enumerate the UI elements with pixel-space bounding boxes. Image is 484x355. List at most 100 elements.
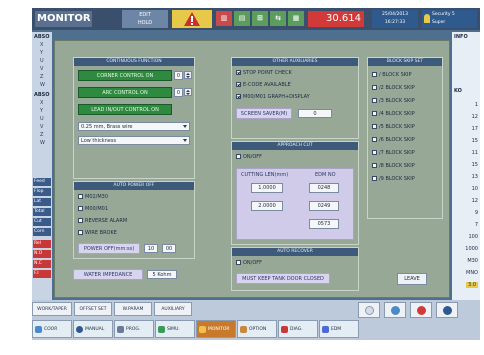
nav-coor[interactable]: COOR <box>32 320 72 338</box>
checkbox-approach-on-off[interactable]: ON/OFF <box>236 154 262 160</box>
checkbox-wire-broke[interactable]: WIRE BROKE <box>78 230 117 236</box>
status-fi: F.I <box>33 270 51 278</box>
toolbar-button-1[interactable]: ▥ <box>216 11 232 26</box>
checkbox-label: /7 BLOCK SKIP <box>379 150 415 156</box>
checkbox-label: /9 BLOCK SKIP <box>379 176 415 182</box>
diagnosis-icon <box>281 326 288 333</box>
wire-type-select[interactable]: 0.25 mm, Brass wire <box>78 122 190 131</box>
corner-control-value[interactable]: 0 <box>174 71 183 80</box>
water-impedance-value[interactable]: 5 Kohm <box>147 270 177 279</box>
cutting-len-1[interactable]: 1.0000 <box>251 183 283 193</box>
continuous-function-box: CONTINUOUS FUNCTION CORNER CONTROL ON 0 … <box>73 57 195 179</box>
screen-saver-value[interactable]: 0 <box>298 109 332 118</box>
checkbox-block-skip-3[interactable]: /3 BLOCK SKIP <box>372 98 415 104</box>
toolbar-button-4[interactable]: ⇆ <box>270 11 286 26</box>
corner-stepper[interactable] <box>184 71 192 79</box>
alarm-button[interactable] <box>172 10 212 28</box>
tools-button[interactable] <box>384 302 406 318</box>
nav-simu[interactable]: SIMU. <box>155 320 195 338</box>
checkbox-label: /5 BLOCK SKIP <box>379 124 415 130</box>
abs-label-1: ABSO <box>34 34 50 40</box>
checkbox-reverse-alarm[interactable]: REVERSE ALARM <box>78 218 127 224</box>
nav-edm[interactable]: EDM <box>319 320 359 338</box>
status-rel: Rel <box>33 240 51 248</box>
power-off-seconds[interactable]: 00 <box>162 244 176 253</box>
status-corn: Corn <box>33 228 51 236</box>
checkbox-m00-m01[interactable]: M00/M01 <box>78 206 108 212</box>
checkbox-e-code-available[interactable]: E-CODE AVAILABLE <box>236 82 291 88</box>
tools-icon <box>391 306 400 315</box>
checkbox-m02-m30[interactable]: M02/M30 <box>78 194 108 200</box>
nav-label: OPTION <box>249 327 267 332</box>
nav-monitor[interactable]: MONITOR <box>196 320 236 338</box>
tab-offset-set[interactable]: OFFSET SET <box>74 302 112 316</box>
info-value: 11 <box>471 150 478 156</box>
checkbox-box <box>372 124 377 129</box>
checkbox-box <box>372 72 377 77</box>
edm-no-1[interactable]: 0248 <box>309 183 339 193</box>
checkbox-label: /2 BLOCK SKIP <box>379 85 415 91</box>
checkbox-label: M00/M01 <box>85 206 109 212</box>
cutting-len-header: CUTTING LEN(mm) <box>241 172 289 178</box>
nav-option[interactable]: OPTION <box>237 320 277 338</box>
copy-button[interactable] <box>358 302 380 318</box>
checkbox-block-skip-2[interactable]: /2 BLOCK SKIP <box>372 85 415 91</box>
user-icon <box>424 14 430 23</box>
axis2-z: Z <box>40 132 44 138</box>
time-text: 16:27:33 <box>384 20 406 25</box>
status-no: N.O <box>33 250 51 258</box>
tab-w-param[interactable]: W.PARAM <box>114 302 152 316</box>
checkbox-block-skip-9[interactable]: /9 BLOCK SKIP <box>372 176 415 182</box>
axis2-v: V <box>40 124 44 130</box>
tab-auxiliary[interactable]: AUXILIARY <box>154 302 192 316</box>
toolbar-button-5[interactable]: ▦ <box>288 11 304 26</box>
checkbox-block-skip-8[interactable]: /8 BLOCK SKIP <box>372 163 415 169</box>
alert-button[interactable] <box>410 302 432 318</box>
thickness-select[interactable]: Low thickness <box>78 136 190 145</box>
checkbox-box <box>78 218 83 223</box>
tank-door-warning: MUST KEEP TANK DOOR CLOSED <box>236 273 330 284</box>
box-title: APPROACH CUT <box>232 142 358 150</box>
corner-control-button[interactable]: CORNER CONTROL ON <box>78 70 172 81</box>
arc-control-button[interactable]: ARC CONTROL ON <box>78 87 172 98</box>
checkbox-block-skip-1[interactable]: / BLOCK SKIP <box>372 72 412 78</box>
machining-counter: 30.614 <box>308 11 364 27</box>
checkbox-box <box>236 94 241 99</box>
checkbox-box <box>236 260 241 265</box>
edm-no-2[interactable]: 0249 <box>309 201 339 211</box>
checkbox-label: ON/OFF <box>243 260 263 266</box>
arc-stepper[interactable] <box>184 88 192 96</box>
settings-button[interactable] <box>436 302 458 318</box>
edm-no-3[interactable]: 0573 <box>309 219 339 229</box>
power-off-minutes[interactable]: 10 <box>144 244 158 253</box>
user-panel[interactable]: Security 5 Super <box>422 10 477 28</box>
checkbox-block-skip-5[interactable]: /5 BLOCK SKIP <box>372 124 415 130</box>
option-icon <box>240 326 247 333</box>
checkbox-box <box>372 137 377 142</box>
nav-prog[interactable]: PROG. <box>114 320 154 338</box>
screen-saver-label: SCREEN SAVER(M) <box>236 108 292 119</box>
tab-work-taper-set[interactable]: WORK/TAPER SET <box>32 302 72 326</box>
checkbox-graph-display[interactable]: M00/M01 GRAPH+DISPLAY <box>236 94 310 100</box>
user-security: Security 5 <box>432 12 455 17</box>
leave-button[interactable]: LEAVE <box>397 273 427 285</box>
nav-manual[interactable]: MANUAL <box>73 320 113 338</box>
checkbox-label: STOP POINT CHECK <box>243 70 292 76</box>
info-value: 17 <box>471 126 478 132</box>
cutting-len-2[interactable]: 2.0000 <box>251 201 283 211</box>
checkbox-stop-point-check[interactable]: STOP POINT CHECK <box>236 70 292 76</box>
checkbox-block-skip-7[interactable]: /7 BLOCK SKIP <box>372 150 415 156</box>
page-title: MONITOR <box>35 11 92 27</box>
box-title: CONTINUOUS FUNCTION <box>74 58 194 66</box>
checkbox-block-skip-6[interactable]: /6 BLOCK SKIP <box>372 137 415 143</box>
checkbox-recover-on-off[interactable]: ON/OFF <box>236 260 262 266</box>
nav-diag[interactable]: DIAG. <box>278 320 318 338</box>
toolbar-button-2[interactable]: ▤ <box>234 11 250 26</box>
power-off-label: POWER OFF(mm:ss) <box>78 243 140 254</box>
checkbox-block-skip-4[interactable]: /4 BLOCK SKIP <box>372 111 415 117</box>
arc-control-value[interactable]: 0 <box>174 88 183 97</box>
lead-control-button[interactable]: LEAD IN/OUT CONTROL ON <box>78 104 172 115</box>
status-total: Total <box>33 208 51 216</box>
block-skip-box: BLOCK SKIP SET / BLOCK SKIP /2 BLOCK SKI… <box>367 57 443 219</box>
toolbar-button-3[interactable]: ⊞ <box>252 11 268 26</box>
